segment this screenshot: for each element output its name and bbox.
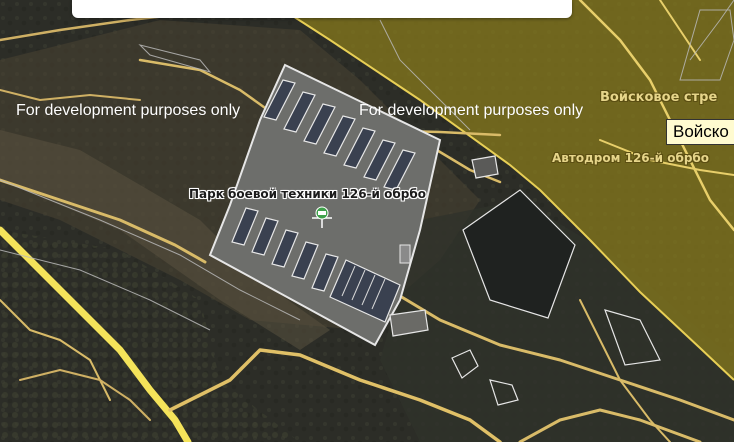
search-box[interactable] — [72, 0, 572, 18]
dev-watermark: For development purposes only — [16, 102, 241, 119]
dev-watermark: For development purposes only — [359, 102, 584, 119]
military-vehicle-icon — [315, 206, 329, 220]
road-label[interactable]: Автодром 126-й обрбо — [552, 151, 709, 165]
small-building — [399, 244, 411, 264]
road-label[interactable]: Войсковое стре — [600, 90, 717, 105]
satellite-map[interactable] — [0, 0, 734, 442]
map-tooltip: Войско — [666, 119, 734, 145]
building — [471, 155, 499, 179]
park-label[interactable]: Парк боевой техники 126-й обрбо — [189, 187, 426, 201]
